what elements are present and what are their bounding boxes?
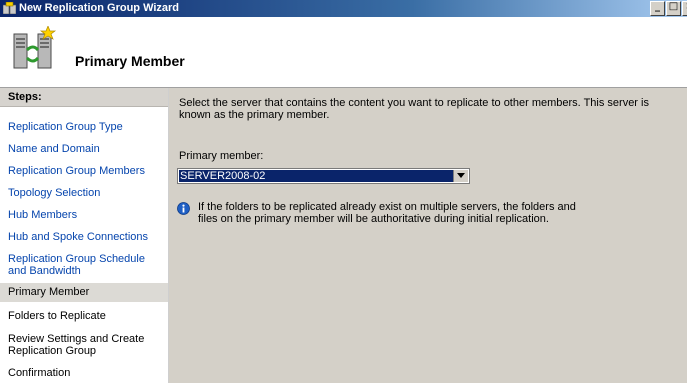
info-message: If the folders to be replicated already … <box>198 201 576 225</box>
step-confirmation: Confirmation <box>8 367 71 379</box>
info-icon <box>177 202 190 215</box>
maximize-icon: □ <box>668 1 679 12</box>
close-icon: × <box>683 1 687 12</box>
step-hub-members[interactable]: Hub Members <box>0 209 168 221</box>
step-folders-to-replicate: Folders to Replicate <box>8 310 106 322</box>
page-description: Select the server that contains the cont… <box>179 97 649 121</box>
step-replication-group-type[interactable]: Replication Group Type <box>0 121 168 133</box>
page-title: Primary Member <box>75 53 185 69</box>
window-title: New Replication Group Wizard <box>19 2 180 14</box>
steps-sidebar: Steps: Replication Group Type Name and D… <box>0 88 169 383</box>
primary-member-selected-value: SERVER2008-02 <box>179 170 455 182</box>
step-primary-member: Primary Member <box>0 283 168 302</box>
minimize-button[interactable]: _ <box>650 1 665 16</box>
dropdown-button[interactable] <box>453 170 468 182</box>
minimize-icon: _ <box>655 1 660 12</box>
replication-wizard-icon <box>13 26 57 69</box>
wizard-header: Primary Member <box>0 17 687 88</box>
step-topology-selection[interactable]: Topology Selection <box>0 187 168 199</box>
step-name-and-domain[interactable]: Name and Domain <box>0 143 168 155</box>
step-hub-and-spoke-connections[interactable]: Hub and Spoke Connections <box>0 231 168 243</box>
replication-group-icon <box>3 2 16 14</box>
step-replication-group-members[interactable]: Replication Group Members <box>0 165 168 177</box>
title-bar[interactable]: New Replication Group Wizard _ □ × <box>0 0 687 17</box>
steps-heading: Steps: <box>0 88 168 107</box>
primary-member-dropdown[interactable]: SERVER2008-02 <box>177 168 470 184</box>
wizard-content: Select the server that contains the cont… <box>169 88 687 383</box>
step-review-settings: Review Settings and Create Replication G… <box>8 333 145 357</box>
window-controls: _ □ × <box>650 1 687 16</box>
maximize-button[interactable]: □ <box>666 1 681 16</box>
chevron-down-icon <box>457 173 465 178</box>
close-button[interactable]: × <box>682 1 687 16</box>
step-replication-group-schedule[interactable]: Replication Group Schedule and Bandwidth <box>0 253 160 277</box>
primary-member-label: Primary member: <box>179 150 264 162</box>
